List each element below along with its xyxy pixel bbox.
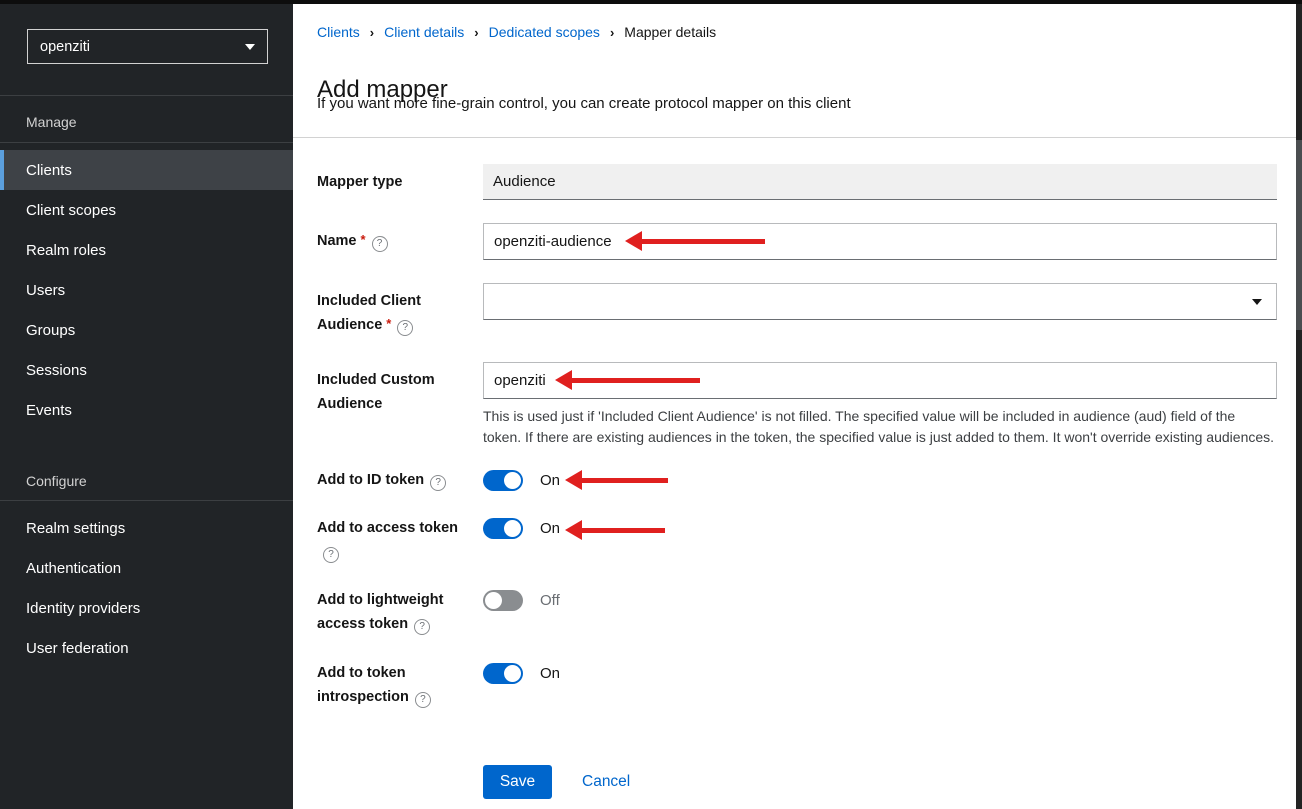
sidebar-divider: [0, 95, 293, 96]
sidebar-item-label: Client scopes: [26, 202, 116, 219]
included-client-audience-label: Included Client Audience*?: [317, 289, 472, 337]
sidebar-item-sessions[interactable]: Sessions: [0, 350, 293, 390]
cancel-link[interactable]: Cancel: [582, 765, 630, 799]
sidebar-item-user-federation[interactable]: User federation: [0, 628, 293, 668]
help-icon[interactable]: ?: [372, 236, 388, 252]
add-to-id-token-label: Add to ID token?: [317, 468, 472, 492]
realm-selector[interactable]: openziti: [27, 29, 268, 64]
annotation-arrow-access-token: [565, 520, 665, 540]
sidebar-item-label: Identity providers: [26, 600, 140, 617]
arrow-left-icon: [565, 470, 582, 490]
sidebar-item-authentication[interactable]: Authentication: [0, 548, 293, 588]
toggle-state-label: Off: [540, 590, 560, 611]
chevron-right-icon: ›: [474, 25, 478, 40]
page-subtitle: If you want more fine-grain control, you…: [317, 95, 851, 112]
save-button[interactable]: Save: [483, 765, 552, 799]
window-top-edge: [0, 0, 1302, 4]
sidebar-item-client-scopes[interactable]: Client scopes: [0, 190, 293, 230]
sidebar-item-label: Events: [26, 402, 72, 419]
page-scrollbar[interactable]: [1296, 0, 1302, 809]
breadcrumb-dedicated-scopes[interactable]: Dedicated scopes: [489, 24, 600, 40]
nav-section-title-manage: Manage: [26, 114, 77, 130]
arrow-left-icon: [565, 520, 582, 540]
sidebar-item-realm-settings[interactable]: Realm settings: [0, 508, 293, 548]
included-custom-audience-label: Included Custom Audience: [317, 368, 472, 416]
sidebar-item-label: Authentication: [26, 560, 121, 577]
keycloak-admin-console: openziti Manage Clients Client scopes Re…: [0, 0, 1302, 809]
sidebar-item-label: Sessions: [26, 362, 87, 379]
sidebar-divider: [0, 500, 293, 501]
sidebar-item-identity-providers[interactable]: Identity providers: [0, 588, 293, 628]
header-divider: [293, 137, 1297, 138]
sidebar: openziti Manage Clients Client scopes Re…: [0, 0, 293, 809]
breadcrumb: Clients › Client details › Dedicated sco…: [317, 24, 716, 40]
help-icon[interactable]: ?: [397, 320, 413, 336]
toggle-state-label: On: [540, 518, 560, 539]
add-to-access-token-label: Add to access token?: [317, 516, 472, 564]
required-indicator: *: [386, 312, 391, 336]
sidebar-item-users[interactable]: Users: [0, 270, 293, 310]
annotation-arrow-id-token: [565, 470, 668, 490]
toggle-knob: [504, 665, 521, 682]
name-label: Name*?: [317, 229, 472, 253]
toggle-knob: [504, 520, 521, 537]
sidebar-item-label: Realm settings: [26, 520, 125, 537]
mapper-type-label: Mapper type: [317, 170, 472, 194]
sidebar-item-label: Realm roles: [26, 242, 106, 259]
scrollbar-thumb[interactable]: [1296, 140, 1302, 330]
breadcrumb-client-details[interactable]: Client details: [384, 24, 464, 40]
add-to-token-introspection-toggle[interactable]: [483, 663, 523, 684]
included-custom-audience-helper-text: This is used just if 'Included Client Au…: [483, 406, 1277, 448]
help-icon[interactable]: ?: [323, 547, 339, 563]
sidebar-item-clients[interactable]: Clients: [0, 150, 293, 190]
help-icon[interactable]: ?: [430, 475, 446, 491]
required-indicator: *: [361, 228, 366, 252]
help-icon[interactable]: ?: [415, 692, 431, 708]
toggle-state-label: On: [540, 663, 560, 684]
breadcrumb-mapper-details: Mapper details: [624, 24, 716, 40]
arrow-left-icon: [625, 231, 642, 251]
included-client-audience-select[interactable]: [483, 283, 1277, 320]
chevron-right-icon: ›: [370, 25, 374, 40]
mapper-type-readonly-field: Audience: [483, 164, 1277, 200]
arrow-left-icon: [555, 370, 572, 390]
toggle-knob: [485, 592, 502, 609]
annotation-arrow-name: [625, 231, 765, 251]
caret-down-icon: [245, 44, 255, 50]
form-row-included-client-audience: Included Client Audience*?: [317, 283, 1277, 320]
help-icon[interactable]: ?: [414, 619, 430, 635]
sidebar-item-label: User federation: [26, 640, 129, 657]
realm-selector-value: openziti: [40, 39, 90, 55]
sidebar-item-realm-roles[interactable]: Realm roles: [0, 230, 293, 270]
add-to-lightweight-access-token-label: Add to lightweight access token?: [317, 588, 472, 636]
annotation-arrow-custom-audience: [555, 370, 700, 390]
toggle-state-label: On: [540, 470, 560, 491]
add-to-lightweight-access-token-toggle[interactable]: [483, 590, 523, 611]
caret-down-icon: [1252, 299, 1262, 305]
add-to-id-token-toggle[interactable]: [483, 470, 523, 491]
toggle-knob: [504, 472, 521, 489]
sidebar-item-label: Clients: [26, 162, 72, 179]
sidebar-item-events[interactable]: Events: [0, 390, 293, 430]
name-input[interactable]: [483, 223, 1277, 260]
sidebar-item-groups[interactable]: Groups: [0, 310, 293, 350]
add-to-access-token-toggle[interactable]: [483, 518, 523, 539]
add-to-token-introspection-label: Add to token introspection?: [317, 661, 472, 709]
main-content: Clients › Client details › Dedicated sco…: [293, 0, 1297, 809]
sidebar-item-label: Users: [26, 282, 65, 299]
sidebar-divider: [0, 142, 293, 143]
nav-section-title-configure: Configure: [26, 473, 87, 489]
chevron-right-icon: ›: [610, 25, 614, 40]
sidebar-item-label: Groups: [26, 322, 75, 339]
breadcrumb-clients[interactable]: Clients: [317, 24, 360, 40]
